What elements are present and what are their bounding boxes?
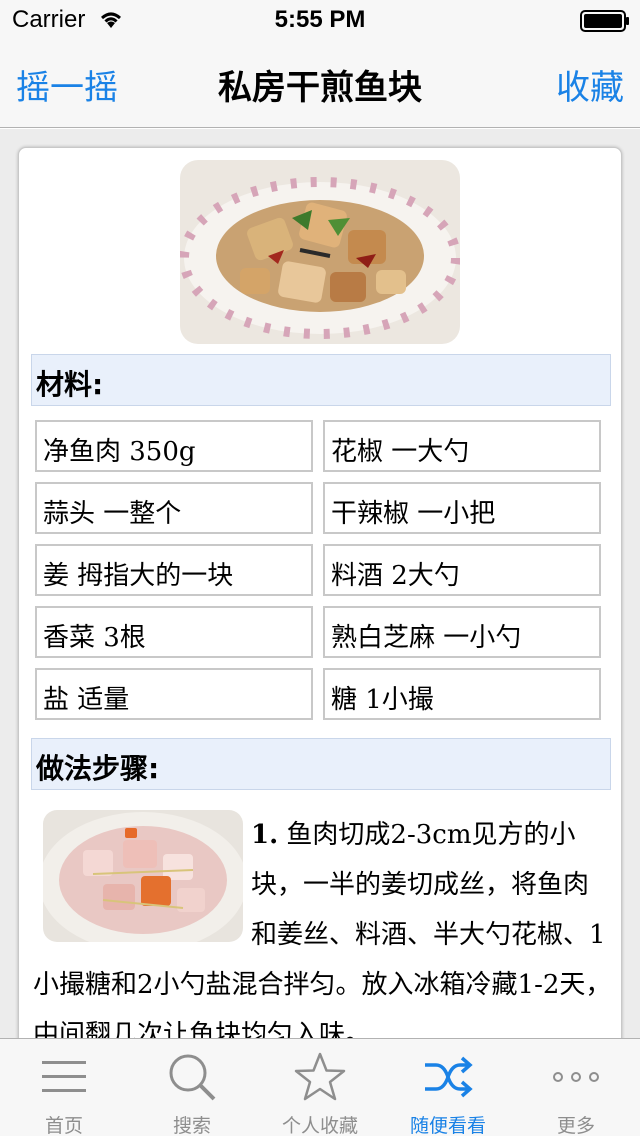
tab-more-label: 更多 [556, 1115, 595, 1136]
tab-search-label: 搜索 [172, 1115, 211, 1136]
dish-photo [180, 160, 460, 344]
page-title: 私房干煎鱼块 [218, 68, 422, 108]
tab-search[interactable]: 搜索 [128, 1039, 256, 1136]
ingredient-text: 盐 适量 [43, 685, 130, 715]
ingredients-header: 材料: [31, 354, 611, 406]
tab-random-label: 随便看看 [409, 1115, 486, 1136]
steps-header: 做法步骤: [31, 738, 611, 790]
recipe-card: 材料: 净鱼肉 350g 花椒 一大勺 蒜头 一整个 干辣椒 一小把 姜 拇指大… [18, 147, 622, 1038]
ingredient-text: 花椒 一大勺 [331, 437, 470, 467]
ingredient-cell: 净鱼肉 350g [35, 420, 313, 472]
ingredient-cell: 香菜 3根 [35, 606, 313, 658]
search-icon [169, 1054, 216, 1101]
navigation-bar: 摇一摇 私房干煎鱼块 收藏 [0, 40, 640, 128]
clock: 5:55 PM [274, 6, 366, 33]
tab-home[interactable]: 首页 [0, 1039, 128, 1136]
battery-icon [580, 10, 629, 32]
ingredient-cell: 干辣椒 一小把 [323, 482, 601, 534]
ingredient-text: 糖 1小撮 [331, 685, 434, 715]
ingredient-text: 净鱼肉 350g [43, 437, 196, 467]
tab-home-label: 首页 [44, 1115, 83, 1136]
tab-favorites-label: 个人收藏 [281, 1115, 358, 1136]
star-icon [294, 1052, 346, 1101]
tab-bar: 首页 搜索 个人收藏 随便看看 更多 [0, 1038, 640, 1136]
status-bar: Carrier 5:55 PM [0, 0, 640, 40]
shuffle-icon [425, 1056, 473, 1098]
ingredient-cell: 料酒 2大勺 [323, 544, 601, 596]
ingredients-heading: 材料: [36, 368, 104, 401]
ingredient-text: 香菜 3根 [43, 623, 146, 653]
ingredient-cell: 盐 适量 [35, 668, 313, 720]
ingredient-text: 姜 拇指大的一块 [43, 561, 234, 591]
tab-random[interactable]: 随便看看 [384, 1039, 512, 1136]
ingredient-text: 蒜头 一整个 [43, 499, 182, 529]
tab-more[interactable]: 更多 [512, 1039, 640, 1136]
steps-heading: 做法步骤: [36, 752, 160, 785]
ingredient-cell: 花椒 一大勺 [323, 420, 601, 472]
step-1-number: 1. [251, 820, 279, 850]
ingredient-cell: 蒜头 一整个 [35, 482, 313, 534]
menu-lines-icon [42, 1061, 86, 1092]
ingredient-cell: 熟白芝麻 一小勺 [323, 606, 601, 658]
ingredient-cell: 糖 1小撮 [323, 668, 601, 720]
more-dots-icon [553, 1072, 599, 1082]
tab-favorites[interactable]: 个人收藏 [256, 1039, 384, 1136]
recipe-scroll-view[interactable]: 材料: 净鱼肉 350g 花椒 一大勺 蒜头 一整个 干辣椒 一小把 姜 拇指大… [0, 129, 640, 1038]
favorite-button[interactable]: 收藏 [556, 60, 624, 109]
step-1: 1. 鱼肉切成2-3cm见方的小块，一半的姜切成丝，将鱼肉和姜丝、料酒、半大勺花… [33, 810, 613, 1038]
ingredient-text: 料酒 2大勺 [331, 561, 460, 591]
ingredient-cell: 姜 拇指大的一块 [35, 544, 313, 596]
ingredient-text: 干辣椒 一小把 [331, 499, 496, 529]
ingredient-text: 熟白芝麻 一小勺 [331, 623, 522, 653]
